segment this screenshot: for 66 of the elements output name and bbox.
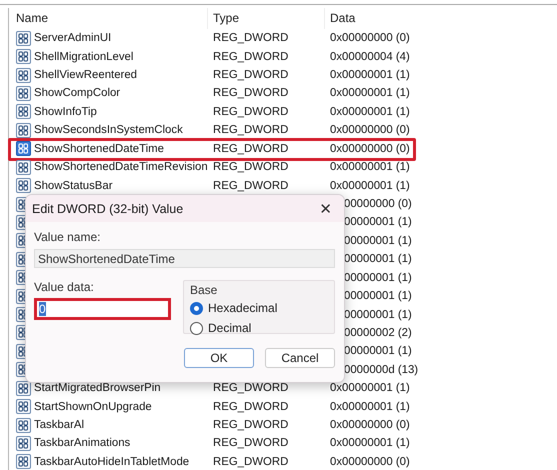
value-data: 0x00000001 (1) <box>329 161 410 174</box>
value-data: 00000001 (1) <box>343 216 412 228</box>
value-type: REG_DWORD <box>212 456 290 468</box>
value-type: REG_DWORD <box>212 87 290 100</box>
value-type: REG_DWORD <box>212 124 290 136</box>
value-data: 00000001 (1) <box>343 308 412 321</box>
value-data: 00000000 (0) <box>343 198 412 210</box>
value-name[interactable]: ServerAdminUI <box>34 32 112 44</box>
value-type: REG_DWORD <box>212 32 290 44</box>
value-data: 00000001 (1) <box>343 272 412 284</box>
value-name[interactable]: StartShownOnUpgrade <box>34 400 152 413</box>
value-name[interactable]: ShowStatusBar <box>34 180 113 192</box>
value-data: 0x00000001 (1) <box>329 382 410 394</box>
dialog-title: Edit DWORD (32-bit) Value <box>32 202 184 216</box>
value-name[interactable]: TaskbarAl <box>34 419 84 432</box>
close-button[interactable]: ✕ <box>315 200 336 218</box>
value-data: 00000002 (2) <box>343 326 412 339</box>
value-name[interactable]: StartMigratedBrowserPin <box>34 382 161 394</box>
group-label: Base <box>190 283 218 297</box>
value-name[interactable]: TaskbarAutoHideInTabletMode <box>34 456 190 468</box>
value-data-field[interactable]: 0 <box>34 298 171 320</box>
value-type: REG_DWORD <box>212 180 290 192</box>
value-data: 0x00000001 (1) <box>329 180 410 192</box>
value-data: 0x00000001 (1) <box>329 400 410 413</box>
value-type: REG_DWORD <box>212 437 290 450</box>
value-data: 0x00000001 (1) <box>329 69 410 82</box>
value-data: 0x00000000 (0) <box>329 124 410 136</box>
ok-button[interactable]: OK <box>184 348 254 368</box>
value-data: 0x00000000 (0) <box>329 456 410 468</box>
value-data: 0000000d (13) <box>343 364 418 376</box>
value-name[interactable]: ShellViewReentered <box>34 69 138 82</box>
value-data: 00000001 (1) <box>343 253 412 266</box>
value-data: 0x00000000 (0) <box>329 32 410 44</box>
value-data: 0x00000000 (0) <box>329 419 410 432</box>
field-label: Value data: <box>34 280 95 294</box>
value-name[interactable]: ShowShortenedDateTime <box>34 142 164 155</box>
value-type: REG_DWORD <box>212 400 290 413</box>
value-name[interactable]: ShellMigrationLevel <box>34 50 134 63</box>
value-name[interactable]: ShowShortenedDateTimeRevision <box>34 161 208 174</box>
value-name[interactable]: TaskbarAnimations <box>34 437 130 450</box>
column-heading[interactable]: Type <box>208 8 325 29</box>
value-data: 00000001 (1) <box>343 290 412 302</box>
value-data: 00000001 (1) <box>343 234 412 247</box>
value-data: 0x00000000 (0) <box>329 142 410 155</box>
value-name[interactable]: ShowCompColor <box>34 87 120 100</box>
value-type: REG_DWORD <box>212 69 290 82</box>
value-data: 0x00000001 (1) <box>329 87 410 100</box>
value-type: REG_DWORD <box>212 419 290 432</box>
value-type: REG_DWORD <box>212 382 290 394</box>
value-data: 0x00000001 (1) <box>329 106 410 118</box>
cancel-button[interactable]: Cancel <box>265 348 335 368</box>
value-name-field[interactable]: ShowShortenedDateTime <box>34 249 335 268</box>
value-name[interactable]: ShowSecondsInSystemClock <box>34 124 183 136</box>
value-data: 0x00000004 (4) <box>329 50 410 63</box>
radio-option[interactable]: Decimal <box>190 321 328 335</box>
value-name[interactable]: ShowInfoTip <box>34 106 97 118</box>
column-heading[interactable]: Name <box>9 8 208 29</box>
value-type: REG_DWORD <box>212 161 290 174</box>
value-type: REG_DWORD <box>212 50 290 63</box>
value-type: REG_DWORD <box>212 142 290 155</box>
value-type: REG_DWORD <box>212 106 290 118</box>
field-label: Value name: <box>34 230 102 244</box>
radio-option[interactable]: Hexadecimal <box>190 301 328 315</box>
value-data: 00000001 (1) <box>343 345 412 358</box>
column-heading[interactable]: Data <box>325 8 557 29</box>
value-data: 0x00000001 (1) <box>329 437 410 450</box>
